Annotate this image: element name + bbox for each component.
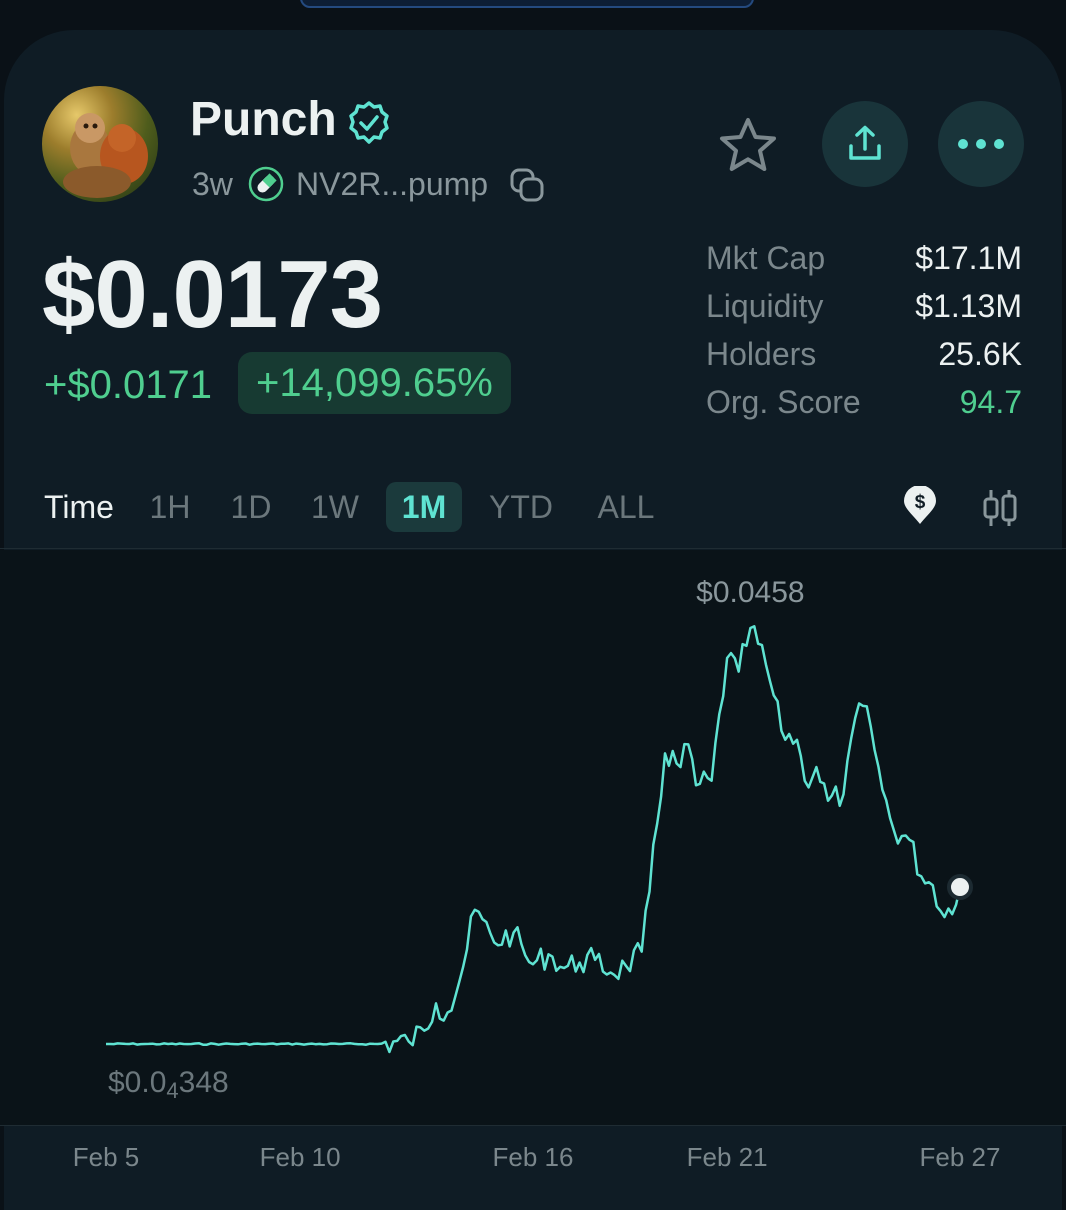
more-icon bbox=[958, 139, 1004, 149]
token-address: NV2R...pump bbox=[296, 166, 489, 202]
stat-value-mkt-cap: $17.1M bbox=[915, 240, 1022, 276]
tab-1h[interactable]: 1H bbox=[146, 482, 194, 532]
verified-badge-icon bbox=[349, 101, 389, 144]
token-age: 3w bbox=[192, 166, 233, 202]
star-icon[interactable] bbox=[716, 114, 780, 178]
chart-top-divider bbox=[0, 548, 1066, 549]
chart-min-label-prefix: $0.0 bbox=[108, 1066, 166, 1099]
tab-1d[interactable]: 1D bbox=[226, 482, 276, 532]
price-change-percent: +14,099.65% bbox=[238, 352, 511, 414]
token-avatar[interactable] bbox=[42, 86, 158, 202]
x-axis-ticks: Feb 5 Feb 10 Feb 16 Feb 21 Feb 27 bbox=[73, 1142, 1001, 1172]
x-tick-label: Feb 16 bbox=[493, 1142, 574, 1172]
tab-1m[interactable]: 1M bbox=[386, 482, 462, 532]
time-range-label: Time bbox=[44, 489, 114, 525]
token-name: Punch bbox=[190, 93, 337, 146]
stat-value-holders: 25.6K bbox=[938, 336, 1022, 372]
price-line bbox=[106, 625, 962, 1054]
stat-label-liquidity: Liquidity bbox=[706, 288, 824, 324]
chart-bottom-divider bbox=[0, 1125, 1066, 1126]
chart-min-label-suffix: 348 bbox=[179, 1066, 229, 1099]
current-price: $0.0173 bbox=[42, 241, 383, 348]
price-chart-svg: $0.0458 $0.04348 Feb 5 Feb 10 Feb 16 Feb 21… bbox=[73, 576, 1001, 1172]
x-tick-label: Feb 27 bbox=[920, 1142, 1001, 1172]
more-button[interactable] bbox=[938, 101, 1024, 187]
share-icon bbox=[849, 125, 881, 160]
stat-label-holders: Holders bbox=[706, 336, 817, 372]
tab-1w[interactable]: 1W bbox=[306, 482, 364, 532]
chart-min-label-subscript: 4 bbox=[166, 1078, 178, 1103]
candlestick-icon[interactable] bbox=[978, 486, 1022, 530]
tab-all[interactable]: ALL bbox=[594, 482, 658, 532]
svg-text:$: $ bbox=[915, 492, 926, 513]
stat-value-org-score: 94.7 bbox=[959, 384, 1022, 420]
pump-pill-icon bbox=[248, 166, 284, 202]
x-tick-label: Feb 10 bbox=[260, 1142, 341, 1172]
x-tick-label: Feb 21 bbox=[687, 1142, 768, 1172]
price-chart[interactable]: $0.0458 $0.04348 Feb 5 Feb 10 Feb 16 Feb 21… bbox=[0, 550, 1066, 1172]
stat-label-mkt-cap: Mkt Cap bbox=[706, 240, 826, 276]
dollar-icon[interactable]: $ bbox=[900, 486, 940, 526]
dynamic-island bbox=[300, 0, 754, 8]
stat-label-org-score: Org. Score bbox=[706, 384, 861, 420]
price-change-absolute: +$0.0171 bbox=[44, 363, 212, 407]
chart-max-label: $0.0458 bbox=[696, 576, 804, 609]
copy-icon[interactable] bbox=[508, 166, 546, 204]
tab-ytd[interactable]: YTD bbox=[484, 482, 558, 532]
share-button[interactable] bbox=[822, 101, 908, 187]
x-tick-label: Feb 5 bbox=[73, 1142, 140, 1172]
current-price-dot bbox=[947, 874, 973, 901]
stat-value-liquidity: $1.13M bbox=[915, 288, 1022, 324]
chart-min-label: $0.04348 bbox=[108, 1066, 229, 1103]
